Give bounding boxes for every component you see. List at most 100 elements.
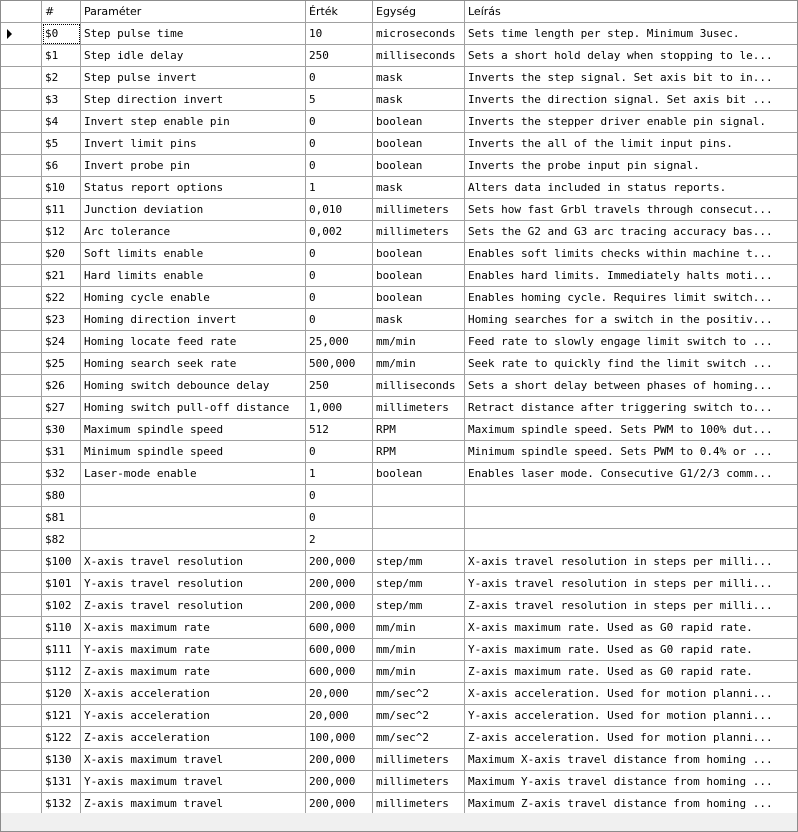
table-row[interactable]: $26 Homing switch debounce delay 250 millis… — [1, 375, 797, 397]
row-selector[interactable] — [1, 485, 42, 507]
row-selector[interactable] — [1, 221, 42, 243]
row-selector[interactable] — [1, 573, 42, 595]
row-selector[interactable] — [1, 23, 42, 45]
column-header-desc[interactable]: Leírás — [465, 1, 797, 23]
row-selector[interactable] — [1, 287, 42, 309]
row-selector[interactable] — [1, 683, 42, 705]
cell-value[interactable]: 200,000 — [306, 573, 373, 595]
row-selector[interactable] — [1, 705, 42, 727]
row-selector[interactable] — [1, 397, 42, 419]
row-selector[interactable] — [1, 133, 42, 155]
cell-value[interactable]: 0 — [306, 441, 373, 463]
row-selector[interactable] — [1, 199, 42, 221]
table-row[interactable]: $6 Invert probe pin 0 boolean Inverts the pr… — [1, 155, 797, 177]
table-row[interactable]: $30 Maximum spindle speed 512 RPM Maximum sp… — [1, 419, 797, 441]
cell-value[interactable]: 0 — [306, 309, 373, 331]
row-selector[interactable] — [1, 463, 42, 485]
row-selector[interactable] — [1, 551, 42, 573]
table-row[interactable]: $1 Step idle delay 250 milliseconds Sets a s… — [1, 45, 797, 67]
table-row[interactable]: $111 Y-axis maximum rate 600,000 mm/min Y-ax… — [1, 639, 797, 661]
cell-value[interactable]: 0 — [306, 111, 373, 133]
row-selector[interactable] — [1, 639, 42, 661]
table-row[interactable]: $101 Y-axis travel resolution 200,000 step/… — [1, 573, 797, 595]
table-row[interactable]: $3 Step direction invert 5 mask Inverts the … — [1, 89, 797, 111]
table-row[interactable]: $2 Step pulse invert 0 mask Inverts the step… — [1, 67, 797, 89]
row-selector[interactable] — [1, 243, 42, 265]
row-selector[interactable] — [1, 441, 42, 463]
cell-value[interactable]: 0 — [306, 507, 373, 529]
column-header-value[interactable]: Érték — [306, 1, 373, 23]
cell-value[interactable]: 2 — [306, 529, 373, 551]
table-row[interactable]: $132 Z-axis maximum travel 200,000 millimet… — [1, 793, 797, 815]
table-row[interactable]: $23 Homing direction invert 0 mask Homing se… — [1, 309, 797, 331]
row-selector[interactable] — [1, 507, 42, 529]
table-row[interactable]: $10 Status report options 1 mask Alters data… — [1, 177, 797, 199]
cell-value[interactable]: 200,000 — [306, 551, 373, 573]
table-row[interactable]: $22 Homing cycle enable 0 boolean Enables ho… — [1, 287, 797, 309]
table-row[interactable]: $27 Homing switch pull-off distance 1,000 m… — [1, 397, 797, 419]
row-selector[interactable] — [1, 793, 42, 815]
cell-value[interactable]: 0 — [306, 133, 373, 155]
table-row[interactable]: $11 Junction deviation 0,010 millimeters Set… — [1, 199, 797, 221]
row-selector[interactable] — [1, 155, 42, 177]
row-selector[interactable] — [1, 529, 42, 551]
column-header-param[interactable]: Paraméter — [81, 1, 306, 23]
cell-value[interactable]: 0 — [306, 265, 373, 287]
row-selector[interactable] — [1, 45, 42, 67]
row-selector[interactable] — [1, 595, 42, 617]
cell-value[interactable]: 0 — [306, 155, 373, 177]
cell-value[interactable]: 20,000 — [306, 705, 373, 727]
cell-value[interactable]: 25,000 — [306, 331, 373, 353]
table-row[interactable]: $112 Z-axis maximum rate 600,000 mm/min Z-ax… — [1, 661, 797, 683]
row-selector[interactable] — [1, 617, 42, 639]
table-row[interactable]: $24 Homing locate feed rate 25,000 mm/min Fe… — [1, 331, 797, 353]
cell-value[interactable]: 0 — [306, 243, 373, 265]
cell-value[interactable]: 200,000 — [306, 793, 373, 815]
table-row[interactable]: $32 Laser-mode enable 1 boolean Enables lase… — [1, 463, 797, 485]
cell-value[interactable]: 1,000 — [306, 397, 373, 419]
row-selector[interactable] — [1, 727, 42, 749]
row-selector[interactable] — [1, 375, 42, 397]
cell-value[interactable]: 5 — [306, 89, 373, 111]
table-row[interactable]: $80 0 — [1, 485, 797, 507]
cell-value[interactable]: 600,000 — [306, 617, 373, 639]
table-row[interactable]: $20 Soft limits enable 0 boolean Enables sof… — [1, 243, 797, 265]
table-row[interactable]: $4 Invert step enable pin 0 boolean Inverts … — [1, 111, 797, 133]
table-row[interactable]: $130 X-axis maximum travel 200,000 millimet… — [1, 749, 797, 771]
table-row[interactable]: $31 Minimum spindle speed 0 RPM Minimum spin… — [1, 441, 797, 463]
cell-value[interactable]: 100,000 — [306, 727, 373, 749]
cell-value[interactable]: 0 — [306, 485, 373, 507]
row-selector[interactable] — [1, 177, 42, 199]
cell-value[interactable]: 200,000 — [306, 749, 373, 771]
cell-value[interactable]: 512 — [306, 419, 373, 441]
table-row[interactable]: $131 Y-axis maximum travel 200,000 millimet… — [1, 771, 797, 793]
table-row[interactable]: $5 Invert limit pins 0 boolean Inverts the a… — [1, 133, 797, 155]
table-row[interactable]: $21 Hard limits enable 0 boolean Enables har… — [1, 265, 797, 287]
table-row[interactable]: $0 Step pulse time 10 microseconds Sets time… — [1, 23, 797, 45]
settings-grid[interactable]: # Paraméter Érték Egység Leírás $0 Step p… — [0, 0, 798, 832]
row-selector[interactable] — [1, 661, 42, 683]
row-selector[interactable] — [1, 771, 42, 793]
cell-value[interactable]: 10 — [306, 23, 373, 45]
cell-value[interactable]: 250 — [306, 375, 373, 397]
table-row[interactable]: $82 2 — [1, 529, 797, 551]
table-row[interactable]: $100 X-axis travel resolution 200,000 step/… — [1, 551, 797, 573]
cell-value[interactable]: 600,000 — [306, 661, 373, 683]
table-row[interactable]: $25 Homing search seek rate 500,000 mm/min S… — [1, 353, 797, 375]
row-selector[interactable] — [1, 331, 42, 353]
row-selector[interactable] — [1, 749, 42, 771]
row-selector[interactable] — [1, 111, 42, 133]
table-row[interactable]: $122 Z-axis acceleration 100,000 mm/sec^2 Z-… — [1, 727, 797, 749]
cell-value[interactable]: 200,000 — [306, 771, 373, 793]
row-selector[interactable] — [1, 309, 42, 331]
cell-value[interactable]: 250 — [306, 45, 373, 67]
column-header-num[interactable]: # — [42, 1, 81, 23]
table-row[interactable]: $110 X-axis maximum rate 600,000 mm/min X-ax… — [1, 617, 797, 639]
table-row[interactable]: $121 Y-axis acceleration 20,000 mm/sec^2 Y-a… — [1, 705, 797, 727]
cell-value[interactable]: 0 — [306, 67, 373, 89]
cell-value[interactable]: 600,000 — [306, 639, 373, 661]
cell-value[interactable]: 20,000 — [306, 683, 373, 705]
row-selector[interactable] — [1, 353, 42, 375]
table-row[interactable]: $12 Arc tolerance 0,002 millimeters Sets the… — [1, 221, 797, 243]
cell-value[interactable]: 0,002 — [306, 221, 373, 243]
